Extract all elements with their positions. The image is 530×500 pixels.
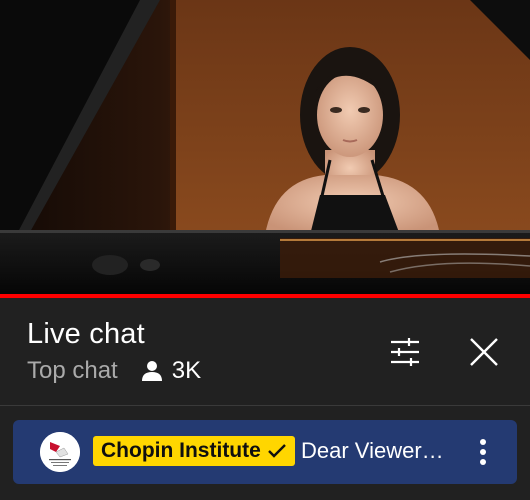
- checkmark-icon: [267, 443, 287, 459]
- header-divider: [0, 405, 530, 406]
- video-player[interactable]: [0, 0, 530, 296]
- person-icon: [141, 360, 162, 382]
- tune-icon[interactable]: [383, 330, 427, 374]
- viewer-count: 3K: [171, 357, 202, 384]
- live-chat-header: Live chat Top chat 3K: [0, 298, 530, 406]
- live-chat-title: Live chat: [27, 318, 145, 350]
- chat-mode-label: Top chat: [27, 357, 118, 384]
- author-badge[interactable]: Chopin Institute: [93, 436, 295, 466]
- pinned-message-text: Dear Viewer…: [301, 438, 444, 463]
- video-frame: [0, 0, 530, 296]
- channel-avatar[interactable]: [40, 432, 80, 472]
- pinned-message[interactable]: Chopin Institute Dear Viewer…: [13, 420, 517, 484]
- live-chat-panel: Live chat Top chat 3K Chopin Institute D…: [0, 298, 530, 500]
- chat-mode-selector[interactable]: Top chat 3K: [27, 356, 201, 386]
- close-icon[interactable]: [462, 330, 506, 374]
- more-vert-icon[interactable]: [465, 430, 501, 474]
- author-name: Chopin Institute: [101, 439, 261, 462]
